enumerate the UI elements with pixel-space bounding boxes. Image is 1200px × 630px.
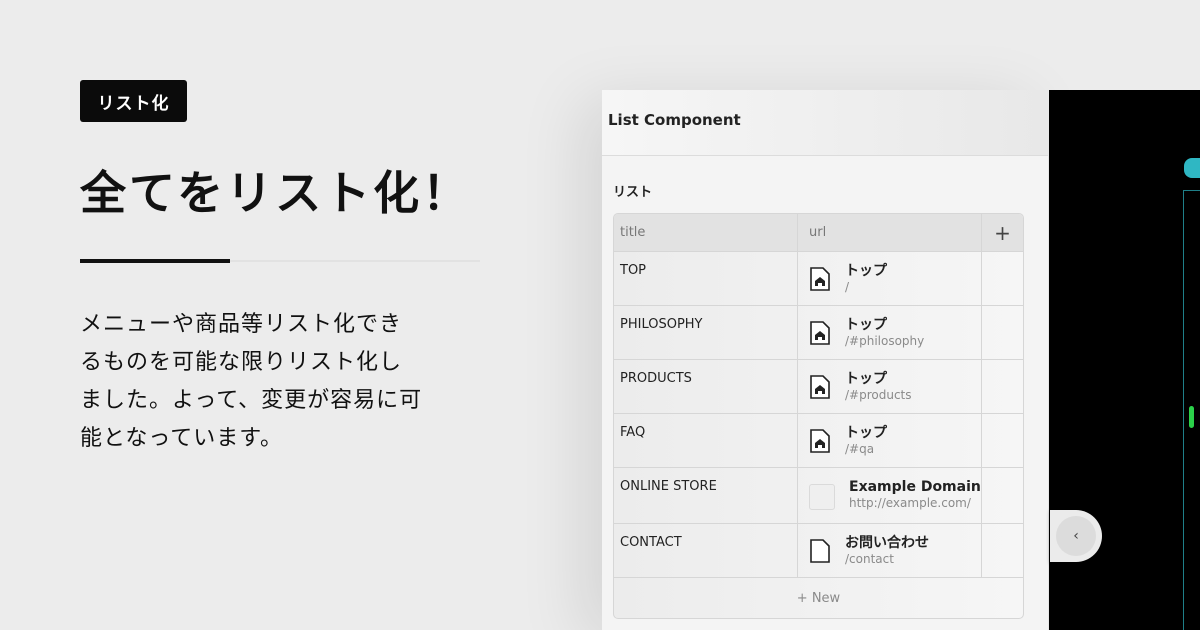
row-action-cell[interactable]: [982, 468, 1023, 523]
list-table: title url + TOP トップ / PHILOSOPHY トップ /#p…: [613, 213, 1024, 619]
table-header-row: title url +: [614, 214, 1023, 252]
row-url-cell[interactable]: トップ /: [798, 252, 982, 305]
headline: 全てをリスト化！: [80, 166, 472, 220]
link-title: トップ: [845, 317, 887, 333]
table-row[interactable]: PHILOSOPHY トップ /#philosophy: [614, 306, 1023, 360]
link-title: トップ: [845, 263, 887, 279]
link-preview[interactable]: トップ /#products: [809, 370, 912, 403]
row-title-cell[interactable]: FAQ: [614, 414, 798, 467]
row-url-cell[interactable]: トップ /#products: [798, 360, 982, 413]
description-line: るものを可能な限りリスト化し: [80, 350, 403, 375]
description-line: メニューや商品等リスト化でき: [80, 312, 403, 337]
row-action-cell[interactable]: [982, 306, 1023, 359]
add-column-button[interactable]: +: [982, 214, 1023, 251]
scroll-indicator[interactable]: [1189, 406, 1194, 428]
link-title: Example Domain: [849, 479, 981, 495]
description: メニューや商品等リスト化でき るものを可能な限りリスト化し ました。よって、変更…: [80, 306, 480, 458]
link-title: お問い合わせ: [845, 535, 929, 551]
panel-header: List Component: [602, 90, 1048, 156]
link-preview[interactable]: お問い合わせ /contact: [809, 534, 929, 567]
table-row[interactable]: PRODUCTS トップ /#products: [614, 360, 1023, 414]
selection-outline-top: [1183, 190, 1200, 191]
link-text: トップ /#qa: [845, 424, 887, 457]
link-preview[interactable]: トップ /#philosophy: [809, 316, 924, 349]
link-path: /: [845, 280, 850, 294]
row-action-cell[interactable]: [982, 252, 1023, 305]
row-action-cell[interactable]: [982, 360, 1023, 413]
row-title-cell[interactable]: TOP: [614, 252, 798, 305]
link-title: トップ: [845, 371, 887, 387]
doc-icon: [810, 539, 830, 563]
divider-line: [230, 260, 480, 262]
link-preview[interactable]: Example Domain http://example.com/: [809, 478, 981, 511]
add-row-button[interactable]: + New: [614, 578, 1023, 618]
table-row[interactable]: ONLINE STORE Example Domain http://examp…: [614, 468, 1023, 524]
description-line: ました。よって、変更が容易に可: [80, 388, 423, 413]
home-doc-icon: [810, 267, 830, 291]
link-path: /contact: [845, 552, 894, 566]
link-title: トップ: [845, 425, 887, 441]
home-doc-icon: [810, 429, 830, 453]
row-action-cell[interactable]: [982, 524, 1023, 577]
row-action-cell[interactable]: [982, 414, 1023, 467]
link-preview[interactable]: トップ /: [809, 262, 887, 295]
row-title-cell[interactable]: PRODUCTS: [614, 360, 798, 413]
chevron-left-icon: ‹: [1056, 516, 1096, 556]
row-title-cell[interactable]: ONLINE STORE: [614, 468, 798, 523]
headline-underline: [80, 259, 230, 263]
row-url-cell[interactable]: トップ /#qa: [798, 414, 982, 467]
link-path: /#products: [845, 388, 912, 402]
table-row[interactable]: FAQ トップ /#qa: [614, 414, 1023, 468]
link-text: トップ /#products: [845, 370, 912, 403]
list-section-label: リスト: [613, 185, 653, 200]
link-text: トップ /#philosophy: [845, 316, 924, 349]
link-text: お問い合わせ /contact: [845, 534, 929, 567]
collapse-panel-button[interactable]: ‹: [1050, 510, 1102, 562]
column-header-title: title: [614, 214, 798, 251]
panel-title: List Component: [608, 110, 741, 129]
row-url-cell[interactable]: トップ /#philosophy: [798, 306, 982, 359]
link-text: トップ /: [845, 262, 887, 295]
row-url-cell[interactable]: Example Domain http://example.com/: [798, 468, 982, 523]
home-doc-icon: [810, 375, 830, 399]
row-title-cell[interactable]: PHILOSOPHY: [614, 306, 798, 359]
link-preview[interactable]: トップ /#qa: [809, 424, 887, 457]
block-handle-icon[interactable]: [1184, 158, 1200, 178]
link-text: Example Domain http://example.com/: [849, 478, 981, 511]
home-doc-icon: [810, 321, 830, 345]
column-header-url: url: [798, 214, 982, 251]
link-path: /#philosophy: [845, 334, 925, 348]
link-path: http://example.com/: [849, 496, 971, 510]
external-thumb-icon: [809, 484, 835, 510]
selection-outline: [1183, 190, 1184, 630]
row-url-cell[interactable]: お問い合わせ /contact: [798, 524, 982, 577]
feature-badge: リスト化: [80, 80, 187, 122]
link-path: /#qa: [845, 442, 875, 456]
table-row[interactable]: TOP トップ /: [614, 252, 1023, 306]
row-title-cell[interactable]: CONTACT: [614, 524, 798, 577]
table-row[interactable]: CONTACT お問い合わせ /contact: [614, 524, 1023, 578]
list-component-panel: List Component リスト title url + TOP トップ /: [602, 90, 1048, 630]
description-line: 能となっています。: [80, 426, 284, 451]
